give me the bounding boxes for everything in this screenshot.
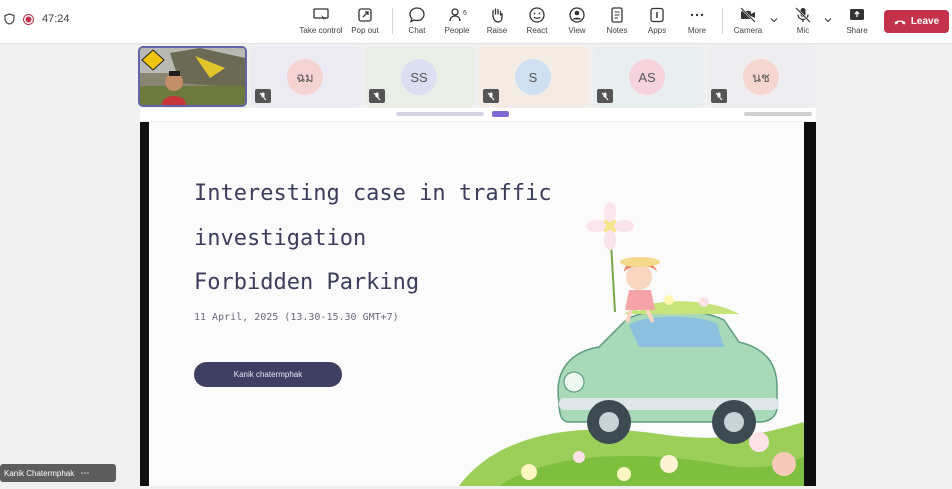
apps-icon: [650, 7, 664, 23]
raise-hand-icon: [492, 8, 503, 23]
shared-screen-right-edge: [804, 122, 816, 486]
pop-out-label: Pop out: [351, 26, 379, 35]
meeting-toolbar: 47:24 Take control Pop out Chat 6 People…: [0, 0, 952, 44]
more-options-icon[interactable]: [80, 471, 90, 475]
react-label: React: [526, 26, 548, 35]
participant-avatar: ฉม: [287, 59, 323, 95]
muted-mic-badge: [369, 89, 385, 103]
participant-tile[interactable]: นช: [707, 46, 817, 107]
participant-video-feed: [140, 48, 245, 105]
participant-tile[interactable]: ฉม: [251, 46, 361, 107]
shared-screen: Interesting case in traffic investigatio…: [140, 122, 816, 486]
participant-tile[interactable]: S: [479, 46, 589, 107]
shared-screen-header: [140, 108, 816, 121]
take-control-icon: [313, 8, 329, 22]
take-control-button[interactable]: Take control: [298, 6, 344, 38]
muted-mic-badge: [483, 89, 499, 103]
camera-button[interactable]: Camera: [725, 6, 771, 38]
people-label: People: [444, 26, 470, 35]
more-button[interactable]: More: [674, 6, 720, 38]
participant-avatar: S: [515, 59, 551, 95]
people-count: 6: [463, 10, 467, 17]
shield-icon: [4, 13, 15, 25]
participant-avatar: นช: [743, 59, 779, 95]
camera-off-icon: [740, 7, 756, 23]
pop-out-button[interactable]: Pop out: [342, 6, 388, 38]
slide-date: 11 April, 2025 (13.30-15.30 GMT+7): [194, 312, 399, 323]
participant-tile[interactable]: AS: [593, 46, 703, 107]
share-icon: [850, 9, 864, 20]
leave-label: Leave: [910, 16, 940, 27]
view-label: View: [568, 26, 586, 35]
participant-tile-video[interactable]: [138, 46, 247, 107]
muted-mic-badge: [255, 89, 271, 103]
take-control-label: Take control: [299, 26, 343, 35]
more-icon: [690, 13, 704, 17]
mic-off-icon: [795, 7, 811, 23]
chat-label: Chat: [408, 26, 426, 35]
view-icon: [569, 7, 585, 23]
smile-icon: [529, 7, 545, 23]
camera-label: Camera: [733, 26, 763, 35]
share-button[interactable]: Share: [834, 6, 880, 38]
slide-illustration: [459, 202, 804, 486]
notes-icon: [611, 7, 623, 23]
mic-off-icon: [715, 92, 723, 100]
participant-avatar: SS: [401, 59, 437, 95]
mic-button[interactable]: Mic: [780, 6, 826, 38]
presenter-name-pill: Kanik chatermphak: [194, 362, 342, 387]
chat-icon: [409, 7, 425, 23]
mic-off-icon: [259, 92, 267, 100]
presentation-slide: Interesting case in traffic investigatio…: [149, 122, 804, 486]
mic-off-icon: [487, 92, 495, 100]
raise-label: Raise: [486, 26, 508, 35]
leave-button[interactable]: Leave: [884, 10, 949, 33]
meeting-status: 47:24: [4, 13, 70, 25]
shared-screen-notice-action: [492, 111, 509, 117]
shared-screen-window-controls: [744, 112, 812, 116]
shared-screen-notice: [396, 112, 484, 116]
participant-avatar: AS: [629, 59, 665, 95]
apps-label: Apps: [647, 26, 667, 35]
mic-off-icon: [373, 92, 381, 100]
meeting-timer: 47:24: [42, 13, 70, 25]
toolbar-divider: [392, 8, 393, 34]
participant-tile[interactable]: SS: [365, 46, 475, 107]
camera-options-chevron-icon[interactable]: [770, 16, 778, 24]
notes-label: Notes: [606, 26, 628, 35]
presenter-name-tag: Kanik Chatermphak: [0, 464, 116, 482]
presenter-name: Kanik Chatermphak: [4, 468, 75, 478]
muted-mic-badge: [711, 89, 727, 103]
pop-out-icon: [358, 8, 372, 22]
mic-off-icon: [601, 92, 609, 100]
share-label: Share: [846, 26, 868, 35]
muted-mic-badge: [597, 89, 613, 103]
recording-icon: [23, 13, 34, 25]
phone-hangup-icon: [894, 19, 906, 24]
mic-options-chevron-icon[interactable]: [824, 16, 832, 24]
toolbar-divider: [722, 8, 723, 34]
mic-label: Mic: [796, 26, 810, 35]
more-label: More: [687, 26, 707, 35]
